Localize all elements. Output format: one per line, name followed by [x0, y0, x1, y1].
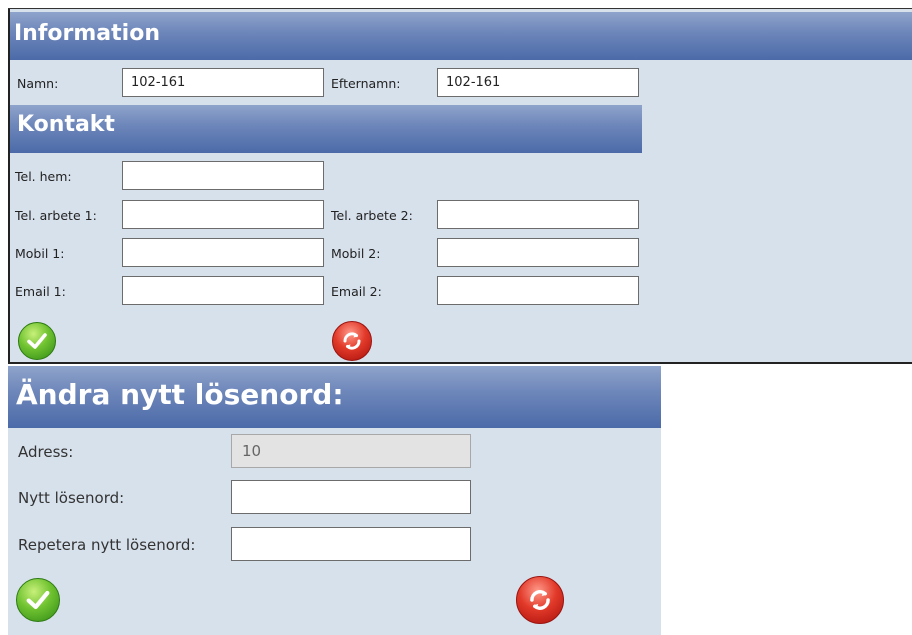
checkmark-icon — [27, 333, 47, 349]
cancel-button[interactable] — [332, 321, 372, 361]
cancel-password-button[interactable] — [516, 576, 564, 624]
nytt-losenord-field[interactable] — [231, 480, 471, 514]
cancel-icon — [343, 332, 361, 350]
password-panel: Ändra nytt lösenord: Adress: Nytt löseno… — [8, 366, 661, 635]
kontakt-header: Kontakt — [10, 105, 642, 153]
tel-arbete2-label: Tel. arbete 2: — [331, 208, 413, 223]
efternamn-label: Efternamn: — [331, 76, 401, 91]
email2-field[interactable] — [437, 276, 639, 305]
tel-arbete1-label: Tel. arbete 1: — [15, 208, 97, 223]
mobil2-label: Mobil 2: — [331, 246, 381, 261]
mobil1-label: Mobil 1: — [15, 246, 65, 261]
tel-hem-field[interactable] — [122, 161, 324, 190]
checkmark-icon — [26, 590, 50, 610]
email1-label: Email 1: — [15, 284, 66, 299]
mobil1-field[interactable] — [122, 238, 324, 267]
mobil2-field[interactable] — [437, 238, 639, 267]
nytt-losenord-label: Nytt lösenord: — [18, 489, 125, 507]
tel-hem-label: Tel. hem: — [15, 169, 72, 184]
efternamn-field[interactable] — [437, 68, 639, 97]
information-header: Information — [10, 12, 912, 60]
tel-arbete2-field[interactable] — [437, 200, 639, 229]
email2-label: Email 2: — [331, 284, 382, 299]
cancel-icon — [530, 590, 550, 610]
repetera-losenord-label: Repetera nytt lösenord: — [18, 536, 196, 554]
confirm-password-button[interactable] — [16, 578, 60, 622]
information-panel: Information Namn: Efternamn: Kontakt Tel… — [8, 8, 912, 364]
namn-label: Namn: — [17, 76, 59, 91]
adress-field — [231, 434, 471, 468]
adress-label: Adress: — [18, 443, 74, 461]
tel-arbete1-field[interactable] — [122, 200, 324, 229]
password-header: Ändra nytt lösenord: — [8, 366, 661, 428]
namn-field[interactable] — [122, 68, 324, 97]
email1-field[interactable] — [122, 276, 324, 305]
confirm-button[interactable] — [18, 322, 56, 360]
repetera-losenord-field[interactable] — [231, 527, 471, 561]
